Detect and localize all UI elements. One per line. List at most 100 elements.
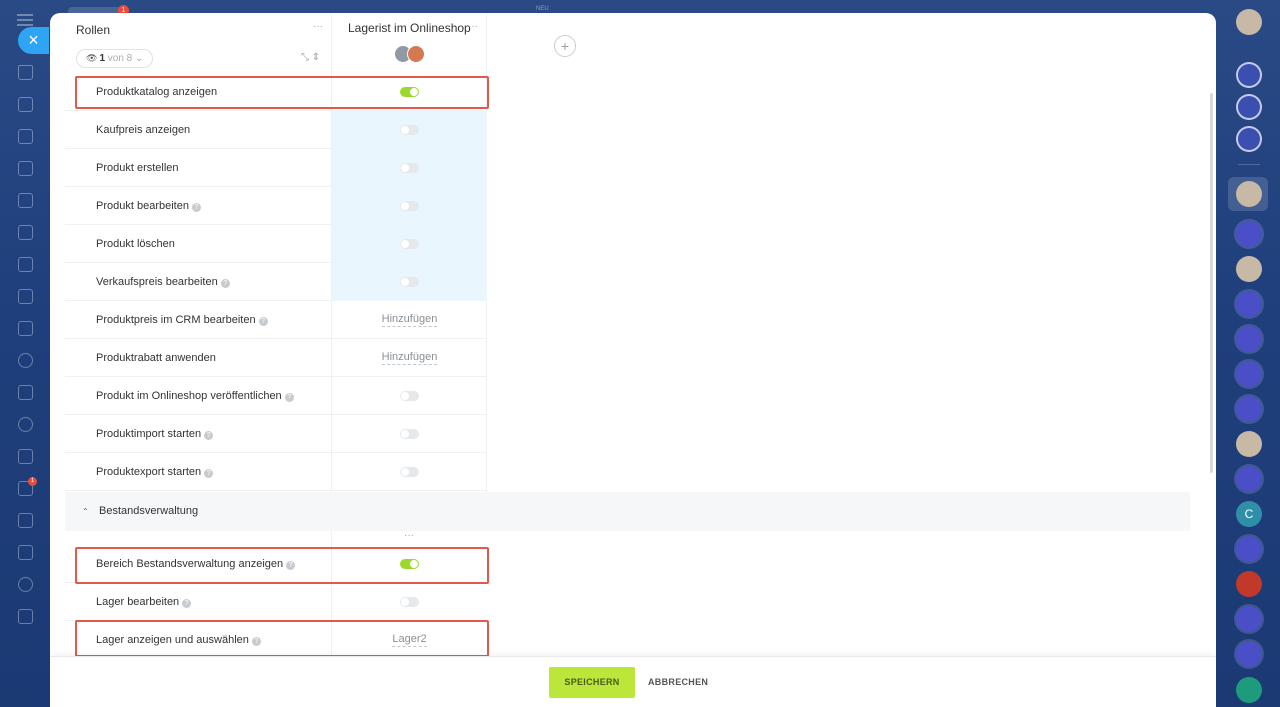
- lock-icon[interactable]: [1236, 677, 1262, 703]
- role-menu-icon[interactable]: ···: [468, 21, 478, 32]
- card-icon[interactable]: [18, 225, 33, 240]
- save-button[interactable]: SPEICHERN: [549, 667, 635, 698]
- left-sidebar: × 1: [0, 0, 50, 707]
- analytics-icon[interactable]: [18, 353, 33, 368]
- menu-icon[interactable]: [17, 14, 33, 26]
- calendar-icon[interactable]: [18, 449, 33, 464]
- channel-icon[interactable]: [1236, 326, 1262, 352]
- target-icon[interactable]: [18, 417, 33, 432]
- footer-bar: SPEICHERN ABBRECHEN: [50, 656, 1216, 707]
- permissions-table: Rollen ··· 👁︎ 1 von 8 ⌄ ⤡ ⇕ Lagerist im O…: [65, 13, 1190, 659]
- chat-icon[interactable]: [18, 321, 33, 336]
- permission-toggle[interactable]: [400, 429, 419, 439]
- clock-icon[interactable]: [18, 577, 33, 592]
- permission-text: Produkt bearbeiten: [96, 200, 189, 212]
- help-icon[interactable]: ?: [182, 599, 192, 608]
- role-column-title: Lagerist im Onlineshop: [348, 21, 471, 35]
- permission-text: Verkaufspreis bearbeiten: [96, 276, 218, 288]
- permission-toggle[interactable]: [400, 391, 419, 401]
- copilot-icon[interactable]: [1236, 466, 1262, 492]
- help-icon[interactable]: ?: [204, 431, 214, 440]
- copilot-icon[interactable]: [1236, 606, 1262, 632]
- section-menu-icon[interactable]: ···: [404, 530, 414, 541]
- permission-value: Hinzufügen: [381, 313, 438, 327]
- close-button[interactable]: ×: [18, 27, 49, 54]
- right-sidebar: C: [1216, 0, 1280, 707]
- document-icon[interactable]: [18, 193, 33, 208]
- help-icon[interactable]: ?: [191, 203, 201, 212]
- copilot-icon[interactable]: [1236, 641, 1262, 667]
- permission-text: Produktpreis im CRM bearbeiten: [96, 314, 256, 326]
- contacts-icon[interactable]: [18, 161, 33, 176]
- task-icon[interactable]: [1236, 571, 1262, 597]
- roles-menu-icon[interactable]: ···: [313, 21, 323, 32]
- roles-column-title: Rollen: [76, 23, 111, 37]
- permission-text: Produktexport starten: [96, 466, 202, 478]
- contact-c-icon[interactable]: C: [1236, 501, 1262, 527]
- home-icon[interactable]: [18, 65, 33, 80]
- user-avatar[interactable]: [1236, 181, 1262, 207]
- help-icon[interactable]: ?: [204, 469, 214, 478]
- window-icon[interactable]: [18, 513, 33, 528]
- section-header-bestandsverwaltung[interactable]: ⌃ Bestandsverwaltung: [65, 492, 1190, 531]
- section-title: Bestandsverwaltung: [99, 505, 199, 517]
- nav-badge: 1: [28, 477, 37, 486]
- help-icon[interactable]: ?: [284, 393, 294, 402]
- permission-label: Produkt löschen: [96, 225, 175, 263]
- bell-icon[interactable]: [1236, 62, 1262, 88]
- presentation-icon[interactable]: [18, 257, 33, 272]
- permission-text: Produktrabatt anwenden: [96, 352, 216, 364]
- right-sidebar-divider: [1238, 164, 1260, 165]
- puzzle-icon[interactable]: [18, 97, 33, 112]
- permission-toggle[interactable]: [400, 201, 419, 211]
- permission-text: Lager bearbeiten: [96, 596, 180, 608]
- task-icon[interactable]: [18, 289, 33, 304]
- copilot-icon[interactable]: [1236, 396, 1262, 422]
- chevron-up-icon[interactable]: ⌃: [82, 492, 89, 531]
- channel-icon[interactable]: [1236, 221, 1262, 247]
- permission-toggle[interactable]: [400, 467, 419, 477]
- copilot-icon[interactable]: [1236, 361, 1262, 387]
- permission-label: Produkt bearbeiten?: [96, 187, 201, 225]
- add-role-button[interactable]: +: [554, 35, 576, 57]
- permission-toggle[interactable]: [400, 597, 419, 607]
- scrollbar[interactable]: [1210, 93, 1213, 473]
- user-avatar[interactable]: [1236, 431, 1262, 457]
- permission-toggle[interactable]: [400, 277, 419, 287]
- highlight-box: [75, 620, 489, 657]
- help-icon[interactable]: ?: [258, 317, 268, 326]
- permission-label: Lager bearbeiten?: [96, 583, 192, 621]
- copilot-icon[interactable]: [1236, 536, 1262, 562]
- pager-total: von 8: [107, 53, 133, 64]
- copilot-icon[interactable]: [1236, 94, 1262, 120]
- list-icon[interactable]: [18, 609, 33, 624]
- people-icon[interactable]: [18, 545, 33, 560]
- cancel-button[interactable]: ABBRECHEN: [648, 667, 708, 698]
- permission-toggle[interactable]: [400, 239, 419, 249]
- permission-label: Produktimport starten?: [96, 415, 214, 453]
- eye-icon: 👁︎: [86, 53, 98, 63]
- search-chat-icon[interactable]: [1236, 126, 1262, 152]
- highlight-box: [75, 547, 489, 584]
- user-avatar[interactable]: [1236, 256, 1262, 282]
- permissions-panel: Rollen ··· 👁︎ 1 von 8 ⌄ ⤡ ⇕ Lagerist im O…: [50, 13, 1216, 707]
- collapse-expand-icon[interactable]: ⤡ ⇕: [301, 52, 320, 63]
- current-user-avatar[interactable]: [1236, 9, 1262, 35]
- new-label: NEU: [536, 6, 549, 12]
- help-icon[interactable]: ?: [220, 279, 230, 288]
- cart-icon[interactable]: [18, 385, 33, 400]
- permission-label: Produktrabatt anwenden: [96, 339, 216, 377]
- avatar: [407, 45, 425, 63]
- permission-value-link[interactable]: Hinzufügen: [332, 351, 487, 365]
- permission-toggle[interactable]: [400, 163, 419, 173]
- role-members[interactable]: [394, 45, 426, 65]
- permission-label: Kaufpreis anzeigen: [96, 111, 190, 149]
- permission-text: Produkt erstellen: [96, 162, 179, 174]
- channel-icon[interactable]: [1236, 291, 1262, 317]
- permission-toggle[interactable]: [400, 125, 419, 135]
- role-pager[interactable]: 👁︎ 1 von 8 ⌄: [76, 49, 154, 68]
- permission-label: Produktexport starten?: [96, 453, 214, 491]
- feed-icon[interactable]: [18, 129, 33, 144]
- permission-value-link[interactable]: Hinzufügen: [332, 313, 487, 327]
- highlight-box: [75, 76, 489, 109]
